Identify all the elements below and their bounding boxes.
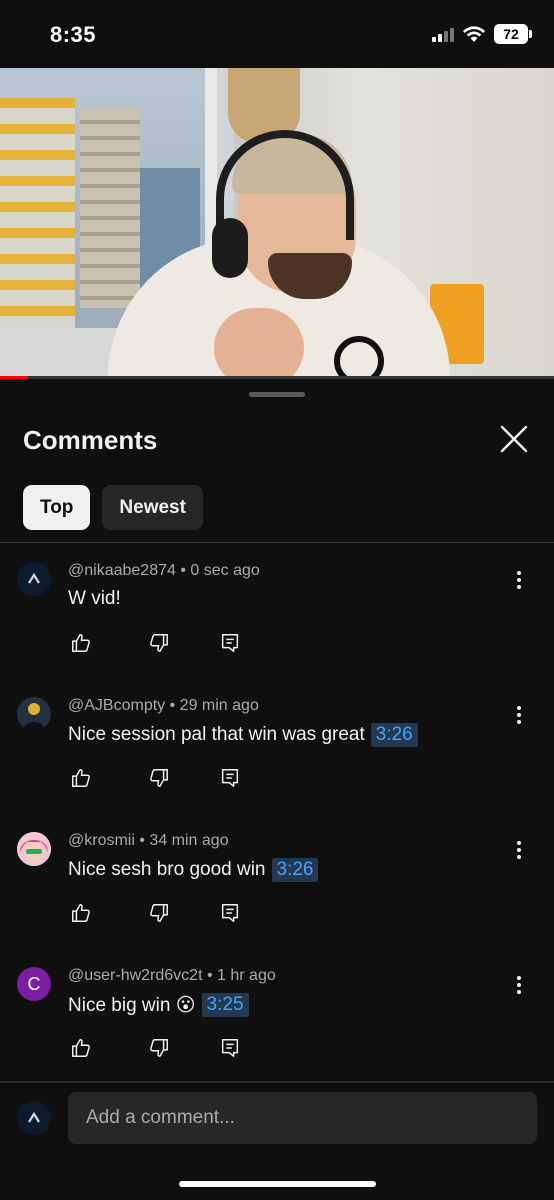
reply-icon[interactable] (219, 767, 241, 789)
comment-actions (68, 902, 258, 926)
video-progress-fill (0, 376, 28, 379)
divider (0, 542, 554, 543)
comment-actions (68, 632, 258, 656)
comment-age: 34 min ago (149, 832, 229, 849)
close-icon (500, 425, 528, 453)
current-user-avatar (17, 1101, 51, 1135)
comments-title: Comments (23, 425, 158, 455)
comment-meta: @AJBcompty • 29 min ago (68, 697, 259, 715)
close-button[interactable] (496, 421, 532, 457)
comment-actions (68, 767, 258, 791)
status-bar: 8:35 72 (0, 0, 554, 68)
comment-author[interactable]: @user-hw2rd6vc2t (68, 967, 203, 984)
comment-item: @nikaabe2874 • 0 sec ago W vid! (0, 562, 554, 697)
dislike-icon[interactable] (148, 902, 170, 924)
comment-age: 1 hr ago (217, 967, 276, 984)
comment-text-row: W vid! (68, 588, 121, 610)
comment-author[interactable]: @AJBcompty (68, 697, 165, 714)
pink-hair-avatar-icon (17, 832, 51, 866)
comment-meta: @user-hw2rd6vc2t • 1 hr ago (68, 967, 276, 985)
comment-meta: @nikaabe2874 • 0 sec ago (68, 562, 260, 580)
comment-text: W vid! (68, 588, 121, 609)
photo-avatar-icon (17, 697, 51, 731)
timestamp-link[interactable]: 3:26 (370, 723, 418, 747)
comment-actions (68, 1037, 258, 1061)
avatar[interactable] (17, 562, 51, 596)
comment-author[interactable]: @nikaabe2874 (68, 562, 176, 579)
sort-chips: Top Newest (23, 485, 203, 530)
logo-icon (28, 572, 40, 584)
timestamp-link[interactable]: 3:26 (271, 858, 319, 882)
meta-separator: • (139, 832, 145, 849)
wifi-icon (463, 26, 485, 42)
comment-text-row: Nice big win 😮 3:25 (68, 993, 249, 1017)
more-options-icon[interactable] (512, 570, 526, 590)
timestamp-link[interactable]: 3:25 (201, 993, 249, 1017)
like-icon[interactable] (70, 1037, 92, 1059)
avatar[interactable] (17, 697, 51, 731)
more-options-icon[interactable] (512, 705, 526, 725)
comment-age: 29 min ago (179, 697, 259, 714)
video-player[interactable] (0, 68, 554, 379)
like-icon[interactable] (70, 632, 92, 654)
video-progress-bar[interactable] (0, 376, 554, 379)
comment-text-row: Nice session pal that win was great 3:26 (68, 723, 418, 747)
comment-text: Nice sesh bro good win (68, 859, 266, 880)
comment-text: Nice big win 😮 (68, 994, 196, 1016)
comment-text: Nice session pal that win was great (68, 724, 365, 745)
comment-item: @krosmii • 34 min ago Nice sesh bro good… (0, 832, 554, 967)
status-icons: 72 (432, 24, 532, 44)
logo-icon (28, 1111, 40, 1123)
comment-item: @AJBcompty • 29 min ago Nice session pal… (0, 697, 554, 832)
drag-handle[interactable] (249, 392, 305, 397)
more-options-icon[interactable] (512, 975, 526, 995)
reply-icon[interactable] (219, 902, 241, 924)
dislike-icon[interactable] (148, 632, 170, 654)
reply-icon[interactable] (219, 632, 241, 654)
chip-top[interactable]: Top (23, 485, 91, 530)
avatar-letter: C (27, 974, 41, 994)
comment-age: 0 sec ago (190, 562, 260, 579)
comments-sheet: Comments Top Newest @nikaabe2874 • 0 sec… (0, 381, 554, 1200)
meta-separator: • (169, 697, 176, 714)
comment-author[interactable]: @krosmii (68, 832, 135, 849)
status-time: 8:35 (50, 22, 97, 47)
signal-icon (432, 26, 454, 42)
reply-icon[interactable] (219, 1037, 241, 1059)
home-indicator[interactable] (179, 1181, 376, 1187)
battery-icon: 72 (494, 24, 532, 44)
avatar[interactable]: C (17, 967, 51, 1001)
meta-separator: • (206, 967, 213, 984)
dislike-icon[interactable] (148, 767, 170, 789)
like-icon[interactable] (70, 902, 92, 924)
add-comment-input[interactable]: Add a comment... (68, 1092, 537, 1144)
more-options-icon[interactable] (512, 840, 526, 860)
comment-text-row: Nice sesh bro good win 3:26 (68, 858, 319, 882)
meta-separator: • (180, 562, 186, 579)
comment-meta: @krosmii • 34 min ago (68, 832, 229, 850)
avatar[interactable] (17, 832, 51, 866)
chip-newest[interactable]: Newest (102, 485, 203, 530)
dislike-icon[interactable] (148, 1037, 170, 1059)
divider (0, 1081, 554, 1083)
like-icon[interactable] (70, 767, 92, 789)
